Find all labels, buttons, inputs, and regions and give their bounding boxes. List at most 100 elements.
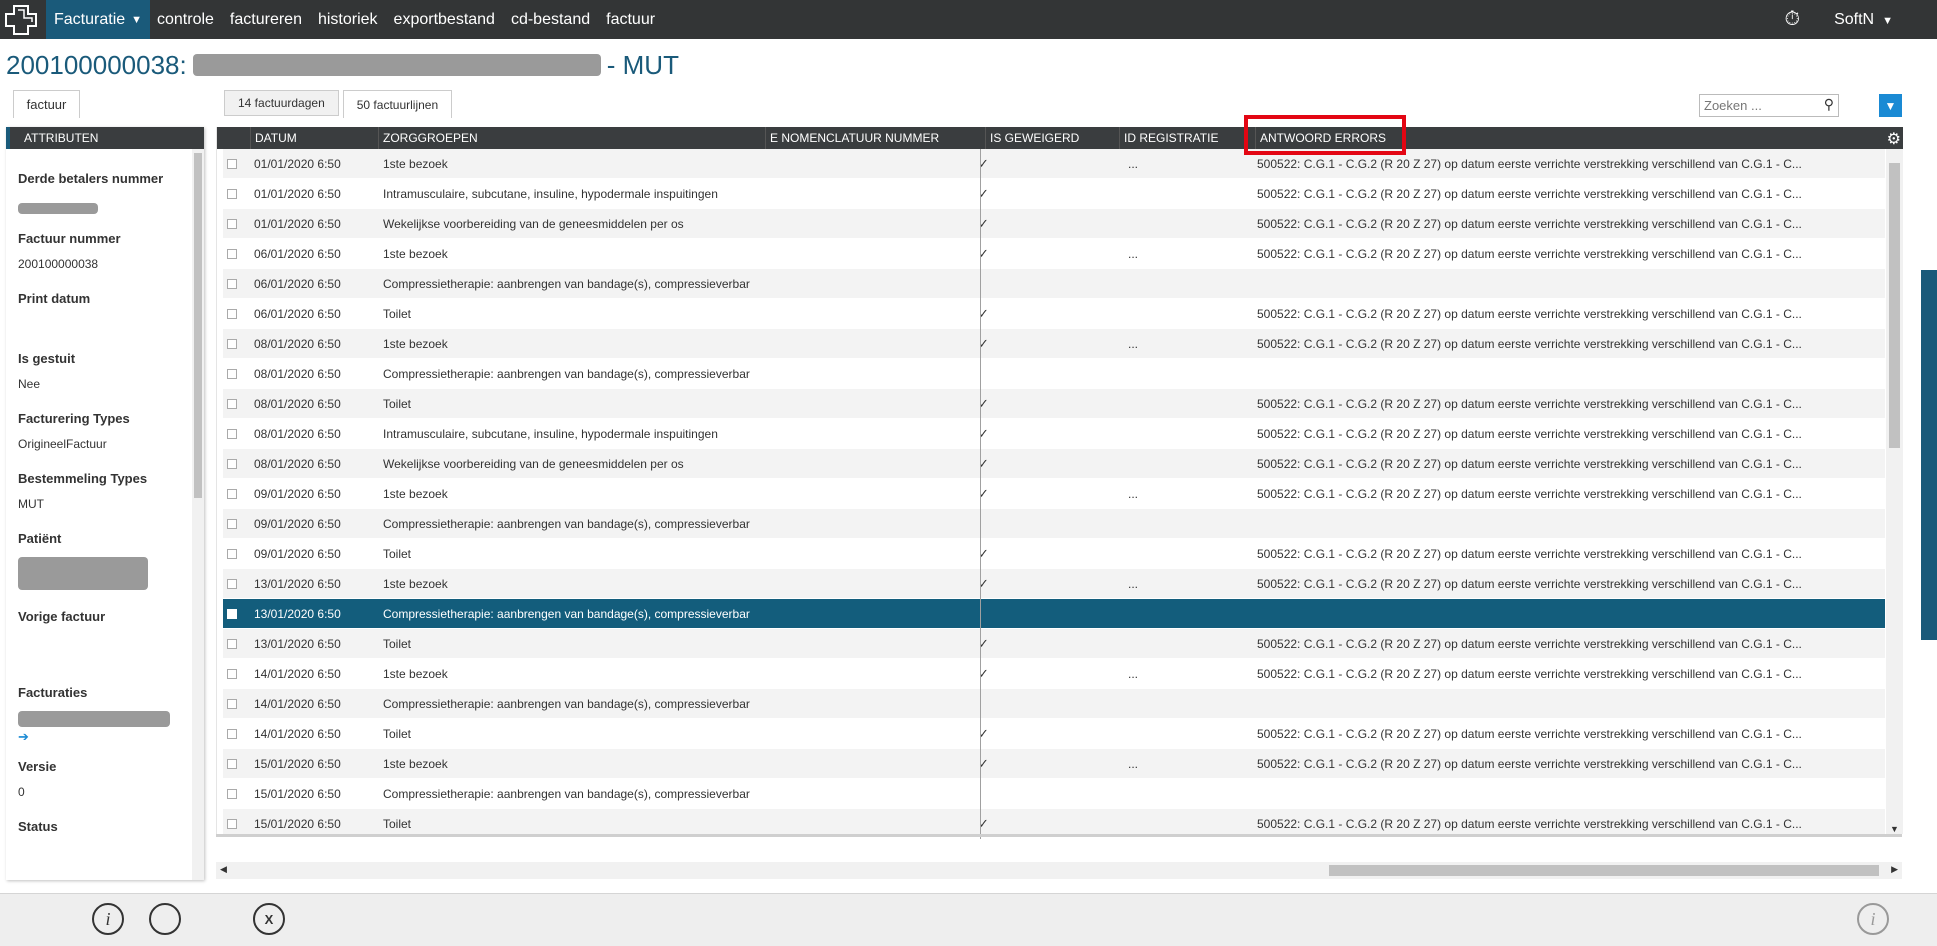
row-checkbox[interactable] <box>227 549 237 559</box>
row-checkbox[interactable] <box>227 279 237 289</box>
table-row[interactable]: 08/01/2020 6:50 Intramusculaire, subcutan… <box>223 419 1885 449</box>
table-row[interactable]: 15/01/2020 6:50 Compressietherapie: aanbr… <box>223 779 1885 809</box>
cell-antwoord-errors: 500522: C.G.1 - C.G.2 (R 20 Z 27) op dat… <box>1257 667 1802 681</box>
table-row[interactable]: 13/01/2020 6:50 Compressietherapie: aanbr… <box>223 599 1885 629</box>
attributes-scrollbar[interactable] <box>192 149 204 880</box>
table-row[interactable]: 06/01/2020 6:50 1ste bezoek ✓... 500522: C.… <box>223 239 1885 269</box>
user-menu[interactable]: SoftN ▼ <box>1834 11 1893 29</box>
filter-button[interactable]: ▼ <box>1879 94 1902 117</box>
tab-factuur[interactable]: factuur <box>13 90 80 118</box>
table-row[interactable]: 14/01/2020 6:50 Compressietherapie: aanbr… <box>223 689 1885 719</box>
nav-item-historiek[interactable]: historiek <box>318 11 378 29</box>
nav-item-cd-bestand[interactable]: cd-bestand <box>511 11 590 29</box>
app-menu-button[interactable]: Facturatie ▼ <box>46 0 150 39</box>
grid-horizontal-scrollbar[interactable]: ◀ ▶ <box>216 862 1902 879</box>
table-row[interactable]: 08/01/2020 6:50 1ste bezoek ✓... 500522: C.… <box>223 329 1885 359</box>
scrollbar-thumb[interactable] <box>194 153 202 498</box>
cell-datum: 15/01/2020 6:50 <box>254 787 341 801</box>
table-row[interactable]: 09/01/2020 6:50 Toilet ✓ 500522: C.G.1 - C.… <box>223 539 1885 569</box>
table-row[interactable]: 01/01/2020 6:50 Intramusculaire, subcutan… <box>223 179 1885 209</box>
cell-zorggroepen: 1ste bezoek <box>383 757 448 771</box>
table-row[interactable]: 13/01/2020 6:50 1ste bezoek ✓... 500522: C.… <box>223 569 1885 599</box>
cell-id-registratie: ... <box>1128 577 1139 591</box>
row-checkbox[interactable] <box>227 159 237 169</box>
attr-value: 0 <box>18 785 25 799</box>
table-row[interactable]: 08/01/2020 6:50 Compressietherapie: aanbr… <box>223 359 1885 389</box>
nav-item-controle[interactable]: controle <box>157 11 214 29</box>
row-checkbox[interactable] <box>227 639 237 649</box>
table-row[interactable]: 01/01/2020 6:50 Wekelijkse voorbereiding … <box>223 209 1885 239</box>
table-row[interactable]: 09/01/2020 6:50 1ste bezoek ✓... 500522: C.… <box>223 479 1885 509</box>
row-checkbox[interactable] <box>227 429 237 439</box>
row-checkbox[interactable] <box>227 579 237 589</box>
nav-item-factuur[interactable]: factuur <box>606 11 655 29</box>
row-checkbox[interactable] <box>227 189 237 199</box>
cell-is-geweigerd: ✓ <box>978 666 989 681</box>
table-row[interactable]: 06/01/2020 6:50 Toilet ✓ 500522: C.G.1 - C.… <box>223 299 1885 329</box>
cell-datum: 06/01/2020 6:50 <box>254 247 341 261</box>
row-checkbox[interactable] <box>227 789 237 799</box>
row-checkbox[interactable] <box>227 519 237 529</box>
table-row[interactable]: 06/01/2020 6:50 Compressietherapie: aanbr… <box>223 269 1885 299</box>
table-row[interactable]: 15/01/2020 6:50 1ste bezoek ✓... 500522: C.… <box>223 749 1885 779</box>
row-checkbox-cell <box>227 389 247 419</box>
row-checkbox[interactable] <box>227 219 237 229</box>
cell-is-geweigerd: ✓ <box>978 426 989 441</box>
column-header-is-geweigerd[interactable]: IS GEWEIGERD <box>985 127 1119 149</box>
row-checkbox[interactable] <box>227 729 237 739</box>
table-row[interactable]: 14/01/2020 6:50 1ste bezoek ✓... 500522: C.… <box>223 659 1885 689</box>
column-header-zorggroepen[interactable]: ZORGGROEPEN <box>378 127 765 149</box>
row-checkbox[interactable] <box>227 459 237 469</box>
row-checkbox[interactable] <box>227 609 237 619</box>
table-row[interactable]: 08/01/2020 6:50 Wekelijkse voorbereiding … <box>223 449 1885 479</box>
row-checkbox[interactable] <box>227 669 237 679</box>
nav-item-exportbestand[interactable]: exportbestand <box>394 11 495 29</box>
column-header-datum[interactable]: DATUM <box>250 127 378 149</box>
row-checkbox[interactable] <box>227 759 237 769</box>
excel-export-button[interactable]: X <box>253 903 285 935</box>
side-panel-edge[interactable] <box>1921 270 1937 640</box>
scroll-down-icon[interactable]: ▼ <box>1890 824 1899 834</box>
row-checkbox[interactable] <box>227 699 237 709</box>
cell-id-registratie <box>1128 689 1168 719</box>
gear-icon[interactable]: ⚙ <box>1887 129 1901 149</box>
app-logo-icon[interactable] <box>0 0 46 39</box>
search-input[interactable]: Zoeken ... ⚲ <box>1699 94 1839 117</box>
scrollbar-thumb[interactable] <box>1329 865 1879 876</box>
row-checkbox[interactable] <box>227 309 237 319</box>
table-row[interactable]: 09/01/2020 6:50 Compressietherapie: aanbr… <box>223 509 1885 539</box>
row-checkbox[interactable] <box>227 489 237 499</box>
cell-zorggroepen: Compressietherapie: aanbrengen van banda… <box>383 367 750 381</box>
scroll-left-icon[interactable]: ◀ <box>220 864 227 875</box>
row-checkbox-cell <box>227 479 247 509</box>
audit-button[interactable] <box>149 903 181 935</box>
tab-factuurlijnen[interactable]: 50 factuurlijnen <box>342 90 453 118</box>
row-checkbox[interactable] <box>227 369 237 379</box>
scroll-right-icon[interactable]: ▶ <box>1891 864 1898 875</box>
info-button[interactable]: i <box>92 903 124 935</box>
column-header-id-registratie[interactable]: ID REGISTRATIE <box>1119 127 1255 149</box>
row-checkbox[interactable] <box>227 249 237 259</box>
search-icon[interactable]: ⚲ <box>1824 96 1834 113</box>
nav-item-factureren[interactable]: factureren <box>230 11 302 29</box>
grid-vertical-scrollbar[interactable]: ▼ <box>1886 149 1903 834</box>
row-checkbox[interactable] <box>227 819 237 829</box>
table-row[interactable]: 08/01/2020 6:50 Toilet ✓ 500522: C.G.1 - C.… <box>223 389 1885 419</box>
stopwatch-icon[interactable]: ⏱ <box>1784 8 1800 31</box>
column-header-nomenclatuur[interactable]: E NOMENCLATUUR NUMMER <box>765 127 985 149</box>
table-row[interactable]: 15/01/2020 6:50 Toilet ✓ 500522: C.G.1 - C.… <box>223 809 1885 834</box>
table-row[interactable]: 14/01/2020 6:50 Toilet ✓ 500522: C.G.1 - C.… <box>223 719 1885 749</box>
cell-zorggroepen: Toilet <box>383 547 412 561</box>
frozen-column-divider[interactable] <box>980 149 981 839</box>
attr-value <box>18 635 204 657</box>
cell-antwoord-errors: 500522: C.G.1 - C.G.2 (R 20 Z 27) op dat… <box>1257 217 1802 231</box>
cell-zorggroepen: Intramusculaire, subcutane, insuline, hy… <box>383 427 718 441</box>
tab-factuurdagen[interactable]: 14 factuurdagen <box>224 90 339 116</box>
table-row[interactable]: 13/01/2020 6:50 Toilet ✓ 500522: C.G.1 - C.… <box>223 629 1885 659</box>
info-button-right[interactable]: i <box>1857 903 1889 935</box>
scrollbar-thumb[interactable] <box>1889 163 1900 448</box>
arrow-right-icon[interactable]: ➔ <box>18 729 204 745</box>
table-row[interactable]: 01/01/2020 6:50 1ste bezoek ✓... 500522: C.… <box>223 149 1885 179</box>
row-checkbox[interactable] <box>227 399 237 409</box>
row-checkbox[interactable] <box>227 339 237 349</box>
